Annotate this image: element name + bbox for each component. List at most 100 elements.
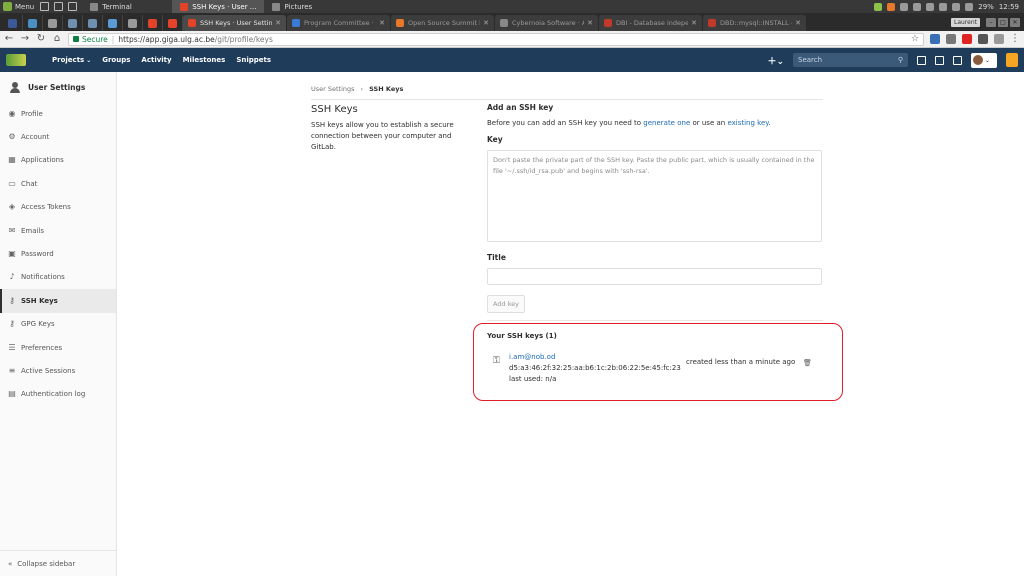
os-menu-button[interactable]: Menu [0, 0, 40, 13]
battery-icon[interactable] [965, 2, 974, 11]
secure-label: Secure [82, 34, 108, 44]
breadcrumb-current[interactable]: SSH Keys [369, 85, 403, 93]
pinned-tab-gitlab1[interactable] [143, 15, 163, 31]
user-avatar-menu[interactable]: ⌄ [971, 52, 997, 68]
dropbox-icon[interactable] [913, 2, 922, 11]
browser-tab[interactable]: DBI - Database indepe ✕ [599, 15, 702, 31]
key-title-link[interactable]: i.am@nob.od [509, 352, 681, 363]
browser-tab[interactable]: DBD::mysql::INSTALL - ✕ [703, 15, 806, 31]
sidebar-item-preferences[interactable]: ☰ Preferences [0, 336, 116, 359]
todos-icon[interactable] [917, 55, 926, 65]
nav-groups[interactable]: Groups [102, 56, 130, 64]
search-input[interactable]: Search ⚲ [793, 53, 908, 67]
bookmark-star-icon[interactable]: ☆ [911, 34, 919, 44]
browser-menu-icon[interactable]: ⋮ [1010, 34, 1020, 44]
gitlab-logo-icon[interactable] [6, 54, 26, 66]
pinned-tab-gitlab2[interactable] [163, 15, 183, 31]
sidebar-item-gpg-keys[interactable]: ⚷ GPG Keys [0, 313, 116, 336]
pinned-tab-doc2[interactable] [123, 15, 143, 31]
key-textarea[interactable]: Don't paste the private part of the SSH … [487, 150, 822, 242]
pinned-tab-zotero[interactable] [23, 15, 43, 31]
back-icon[interactable]: ← [4, 34, 14, 44]
os-taskbar: Menu Terminal SSH Keys · User ... Pictur… [0, 0, 1024, 13]
generate-one-link[interactable]: generate one [643, 119, 690, 127]
url-host: https://app.giga.ulg.ac.be [118, 34, 215, 44]
close-tab-icon[interactable]: ✕ [587, 19, 593, 27]
sidebar-item-profile[interactable]: ◉ Profile [0, 102, 116, 125]
pinned-tab-facebook[interactable] [3, 15, 23, 31]
issues-icon[interactable] [935, 55, 944, 65]
extension-icon[interactable] [994, 34, 1004, 44]
home-icon[interactable]: ⌂ [52, 34, 62, 44]
close-window-icon[interactable]: ✕ [1010, 18, 1020, 27]
nav-projects[interactable]: Projects ⌄ [52, 56, 91, 64]
nav-activity[interactable]: Activity [141, 56, 171, 64]
ssh-key-row[interactable]: ⚿ i.am@nob.od d5:a3:46:2f:32:25:aa:b6:1c… [493, 352, 823, 386]
firefox-icon[interactable] [887, 2, 896, 11]
key-info: i.am@nob.od d5:a3:46:2f:32:25:aa:b6:1c:2… [509, 352, 681, 385]
terminal-launcher-icon[interactable] [68, 2, 78, 11]
sidebar-item-active-sessions[interactable]: ≡ Active Sessions [0, 359, 116, 382]
browser-tab[interactable]: Open Source Summit E ✕ [391, 15, 494, 31]
browser-tab[interactable]: Cybernoia Software · A ✕ [495, 15, 598, 31]
extension-icon[interactable] [978, 34, 988, 44]
minimize-icon[interactable]: – [986, 18, 996, 27]
sidebar-item-authentication-log[interactable]: ▤ Authentication log [0, 383, 116, 406]
chat-icon: ▭ [8, 178, 16, 188]
task-pictures[interactable]: Pictures [264, 0, 354, 13]
nav-snippets[interactable]: Snippets [236, 56, 271, 64]
browser-tab[interactable]: SSH Keys · User Settings ✕ [183, 15, 286, 31]
summit-icon [396, 19, 404, 27]
add-key-button[interactable]: Add key [487, 295, 526, 313]
pinned-tab-check1[interactable] [63, 15, 83, 31]
new-item-plus-icon[interactable]: ＋⌄ [767, 54, 784, 67]
extension-icon[interactable] [930, 34, 940, 44]
maximize-icon[interactable]: □ [998, 18, 1008, 27]
file-manager-icon[interactable] [54, 2, 64, 11]
shield-icon[interactable] [874, 2, 883, 11]
sliders-icon: ☰ [8, 342, 16, 352]
sidebar-item-access-tokens[interactable]: ◈ Access Tokens [0, 196, 116, 219]
close-tab-icon[interactable]: ✕ [379, 19, 385, 27]
volume-icon[interactable] [952, 2, 961, 11]
pinned-tab-folder[interactable] [103, 15, 123, 31]
sidebar-item-password[interactable]: ▣ Password [0, 242, 116, 265]
settings-icon[interactable] [926, 2, 935, 11]
sidebar-item-label: GPG Keys [21, 320, 55, 329]
close-tab-icon[interactable]: ✕ [691, 19, 697, 27]
network-icon[interactable] [939, 2, 948, 11]
sidebar-item-emails[interactable]: ✉ Emails [0, 219, 116, 242]
show-desktop-icon[interactable] [40, 2, 50, 11]
pinned-tab-check2[interactable] [83, 15, 103, 31]
document-icon [48, 18, 57, 28]
sidebar-item-notifications[interactable]: ♪ Notifications [0, 266, 116, 289]
sidebar-item-ssh-keys[interactable]: ⚷ SSH Keys [0, 289, 116, 313]
reload-icon[interactable]: ↻ [36, 34, 46, 44]
collapse-sidebar-button[interactable]: « Collapse sidebar [0, 550, 116, 576]
task-browser[interactable]: SSH Keys · User ... [172, 0, 265, 13]
close-tab-icon[interactable]: ✕ [795, 19, 801, 27]
extension-icon[interactable] [946, 34, 956, 44]
task-terminal[interactable]: Terminal [82, 0, 172, 13]
browser-tab[interactable]: Program Committee · O ✕ [287, 15, 390, 31]
update-icon[interactable] [900, 2, 909, 11]
youtube-icon[interactable] [962, 34, 972, 44]
trash-icon[interactable]: 🗑 [803, 359, 812, 367]
title-input[interactable] [487, 268, 822, 285]
profile-badge[interactable]: Laurent [950, 18, 980, 27]
close-tab-icon[interactable]: ✕ [483, 19, 489, 27]
clock[interactable]: 12:59 [999, 3, 1019, 11]
forward-icon[interactable]: → [20, 34, 30, 44]
nav-milestones[interactable]: Milestones [183, 56, 226, 64]
breadcrumb-parent[interactable]: User Settings [311, 85, 355, 93]
merge-requests-icon[interactable] [953, 55, 962, 65]
sidebar-item-applications[interactable]: ▦ Applications [0, 149, 116, 172]
existing-key-link[interactable]: existing key [727, 119, 768, 127]
notification-bell-icon[interactable] [1006, 53, 1018, 67]
pinned-tab-doc[interactable] [43, 15, 63, 31]
sidebar-header[interactable]: User Settings [0, 72, 116, 102]
sidebar-item-chat[interactable]: ▭ Chat [0, 172, 116, 195]
address-bar[interactable]: Secure | https://app.giga.ulg.ac.be /git… [68, 32, 924, 46]
close-tab-icon[interactable]: ✕ [275, 19, 281, 27]
sidebar-item-account[interactable]: ⚙ Account [0, 125, 116, 148]
